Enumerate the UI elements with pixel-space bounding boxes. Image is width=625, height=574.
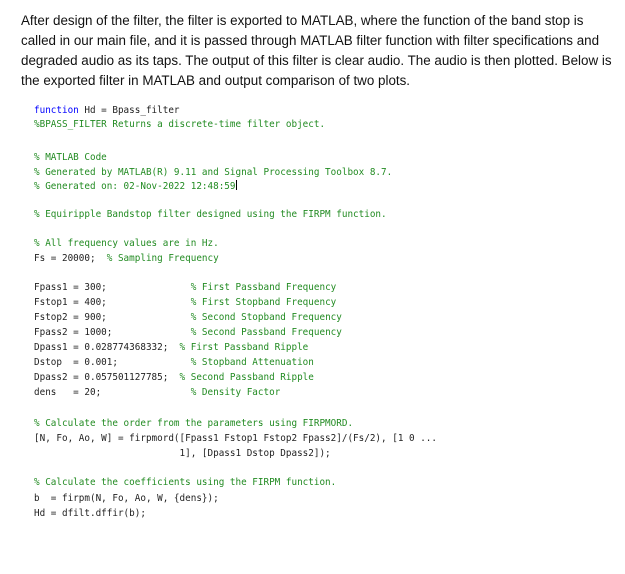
code-line-fs: Fs = 20000; % Sampling Frequency: [34, 252, 219, 265]
code-comment: % First Passband Ripple: [179, 342, 309, 353]
code-comment: % Second Passband Ripple: [179, 372, 314, 383]
code-statement: Dpass1 = 0.028774368332;: [34, 342, 180, 353]
code-line-firpmord: [N, Fo, Ao, W] = firpmord([Fpass1 Fstop1…: [34, 433, 437, 444]
code-line-dens: dens = 20; % Density Factor: [34, 386, 280, 399]
code-line-help: %BPASS_FILTER Returns a discrete-time fi…: [34, 119, 326, 130]
code-line-function: function Hd = Bpass_filter: [34, 104, 180, 117]
code-statement: Fstop1 = 400;: [34, 297, 191, 308]
generated-on-text: % Generated on: 02-Nov-2022 12:48:59: [34, 181, 236, 192]
code-statement: Fpass2 = 1000;: [34, 327, 191, 338]
code-line-fpass1: Fpass1 = 300; % First Passband Frequency: [34, 281, 336, 294]
code-comment: % Second Stopband Frequency: [190, 312, 342, 323]
code-line-firpm: b = firpm(N, Fo, Ao, W, {dens});: [34, 493, 219, 504]
code-line-comment: % Generated on: 02-Nov-2022 12:48:59: [34, 180, 237, 193]
code-line-comment: % Calculate the coefficients using the F…: [34, 477, 337, 488]
code-line-fstop1: Fstop1 = 400; % First Stopband Frequency: [34, 296, 336, 309]
intro-paragraph: After design of the filter, the filter i…: [21, 13, 612, 88]
code-comment: % First Stopband Frequency: [190, 297, 337, 308]
function-signature: Hd = Bpass_filter: [78, 105, 180, 116]
code-line-fpass2: Fpass2 = 1000; % Second Passband Frequen…: [34, 326, 342, 339]
code-line-comment: % Generated by MATLAB(R) 9.11 and Signal…: [34, 167, 393, 178]
code-line-comment: % MATLAB Code: [34, 152, 107, 163]
code-statement: Fs = 20000;: [34, 253, 107, 264]
code-line-comment: % Equiripple Bandstop filter designed us…: [34, 209, 387, 220]
code-statement: Dstop = 0.001;: [34, 357, 191, 368]
code-comment: % Density Factor: [190, 387, 281, 398]
code-line-dpass2: Dpass2 = 0.057501127785; % Second Passba…: [34, 371, 314, 384]
code-statement: dens = 20;: [34, 387, 191, 398]
code-line-comment: % Calculate the order from the parameter…: [34, 418, 354, 429]
code-comment: % First Passband Frequency: [190, 282, 337, 293]
code-line-dpass1: Dpass1 = 0.028774368332; % First Passban…: [34, 341, 308, 354]
code-line-dfilt: Hd = dfilt.dffir(b);: [34, 508, 146, 519]
code-line-fstop2: Fstop2 = 900; % Second Stopband Frequenc…: [34, 311, 342, 324]
code-comment: % Stopband Attenuation: [190, 357, 314, 368]
code-line-firpmord-cont: 1], [Dpass1 Dstop Dpass2]);: [34, 448, 331, 459]
text-cursor: [235, 180, 237, 190]
code-line-comment: % All frequency values are in Hz.: [34, 238, 219, 249]
code-statement: Fstop2 = 900;: [34, 312, 191, 323]
code-comment: % Second Passband Frequency: [190, 327, 342, 338]
function-keyword: function: [34, 105, 79, 116]
code-statement: Dpass2 = 0.057501127785;: [34, 372, 180, 383]
code-line-dstop: Dstop = 0.001; % Stopband Attenuation: [34, 356, 314, 369]
code-statement: Fpass1 = 300;: [34, 282, 191, 293]
code-comment: % Sampling Frequency: [106, 253, 219, 264]
